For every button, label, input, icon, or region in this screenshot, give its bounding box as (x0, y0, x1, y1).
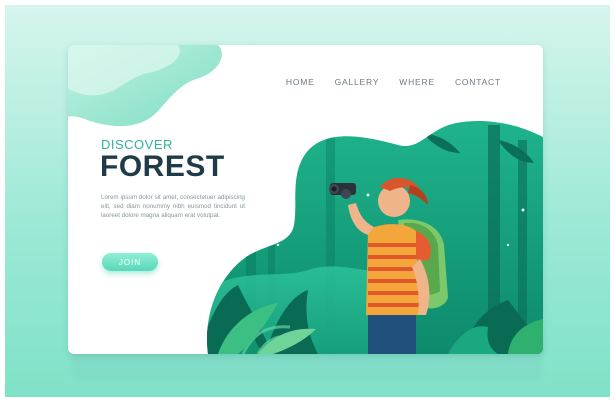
nav-gallery[interactable]: GALLERY (335, 77, 380, 87)
nav-where[interactable]: WHERE (399, 77, 435, 87)
hero-title: FOREST (100, 150, 225, 183)
hero-body-text: Lorem ipsum dolor sit amet, consectetuer… (101, 194, 245, 219)
join-button[interactable]: JOIN (102, 253, 158, 271)
landing-card: HOME GALLERY WHERE CONTACT DISCOVER FORE… (68, 45, 543, 354)
top-navigation: HOME GALLERY WHERE CONTACT (286, 77, 501, 87)
nav-contact[interactable]: CONTACT (455, 77, 501, 87)
nav-home[interactable]: HOME (286, 77, 315, 87)
